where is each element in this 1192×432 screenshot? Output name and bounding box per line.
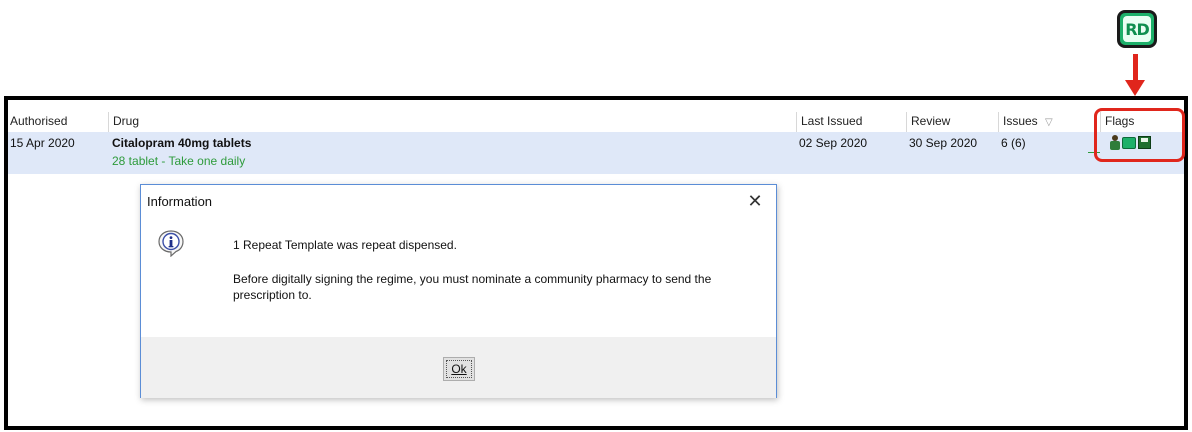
annotation-arrow-shaft: [1133, 54, 1138, 82]
dialog-footer: Ok: [141, 337, 776, 398]
column-header-drug[interactable]: Drug: [108, 112, 796, 132]
rd-badge-icon: RD: [1117, 10, 1157, 48]
column-header-issues[interactable]: Issues ▽: [998, 112, 1080, 132]
column-header-last-issued[interactable]: Last Issued: [796, 112, 906, 132]
cell-drug-name: Citalopram 40mg tablets: [112, 136, 252, 150]
dialog-title: Information: [147, 194, 213, 209]
dialog-body: 1 Repeat Template was repeat dispensed. …: [141, 217, 776, 337]
cell-authorised: 15 Apr 2020: [10, 136, 75, 150]
close-icon[interactable]: ✕: [740, 187, 770, 215]
dialog-titlebar: Information ✕: [141, 185, 776, 217]
rd-badge-label: RD: [1123, 16, 1151, 42]
info-icon: [158, 230, 184, 257]
cell-issues: 6 (6): [1001, 136, 1026, 150]
ok-button-label: Ok: [451, 362, 467, 376]
flags-highlight-box: [1094, 108, 1185, 162]
cell-last-issued: 02 Sep 2020: [799, 136, 868, 150]
annotation-arrow-head: [1125, 80, 1145, 96]
table-row[interactable]: 15 Apr 2020 Citalopram 40mg tablets 28 t…: [8, 132, 1184, 174]
cell-drug-detail: 28 tablet - Take one daily: [112, 154, 246, 168]
dialog-message-line2: Before digitally signing the regime, you…: [233, 272, 712, 302]
ok-button[interactable]: Ok: [443, 357, 475, 381]
cell-review: 30 Sep 2020: [909, 136, 978, 150]
dialog-message-line1: 1 Repeat Template was repeat dispensed.: [233, 238, 457, 252]
sort-indicator-icon: ▽: [1045, 117, 1053, 128]
column-header-authorised[interactable]: Authorised: [8, 112, 108, 132]
information-dialog: Information ✕ 1 Repeat Template was repe…: [140, 184, 777, 398]
medication-panel: Authorised Drug Last Issued Review Issue…: [4, 96, 1188, 430]
column-header-review[interactable]: Review: [906, 112, 998, 132]
grid-header: Authorised Drug Last Issued Review Issue…: [8, 112, 1184, 132]
